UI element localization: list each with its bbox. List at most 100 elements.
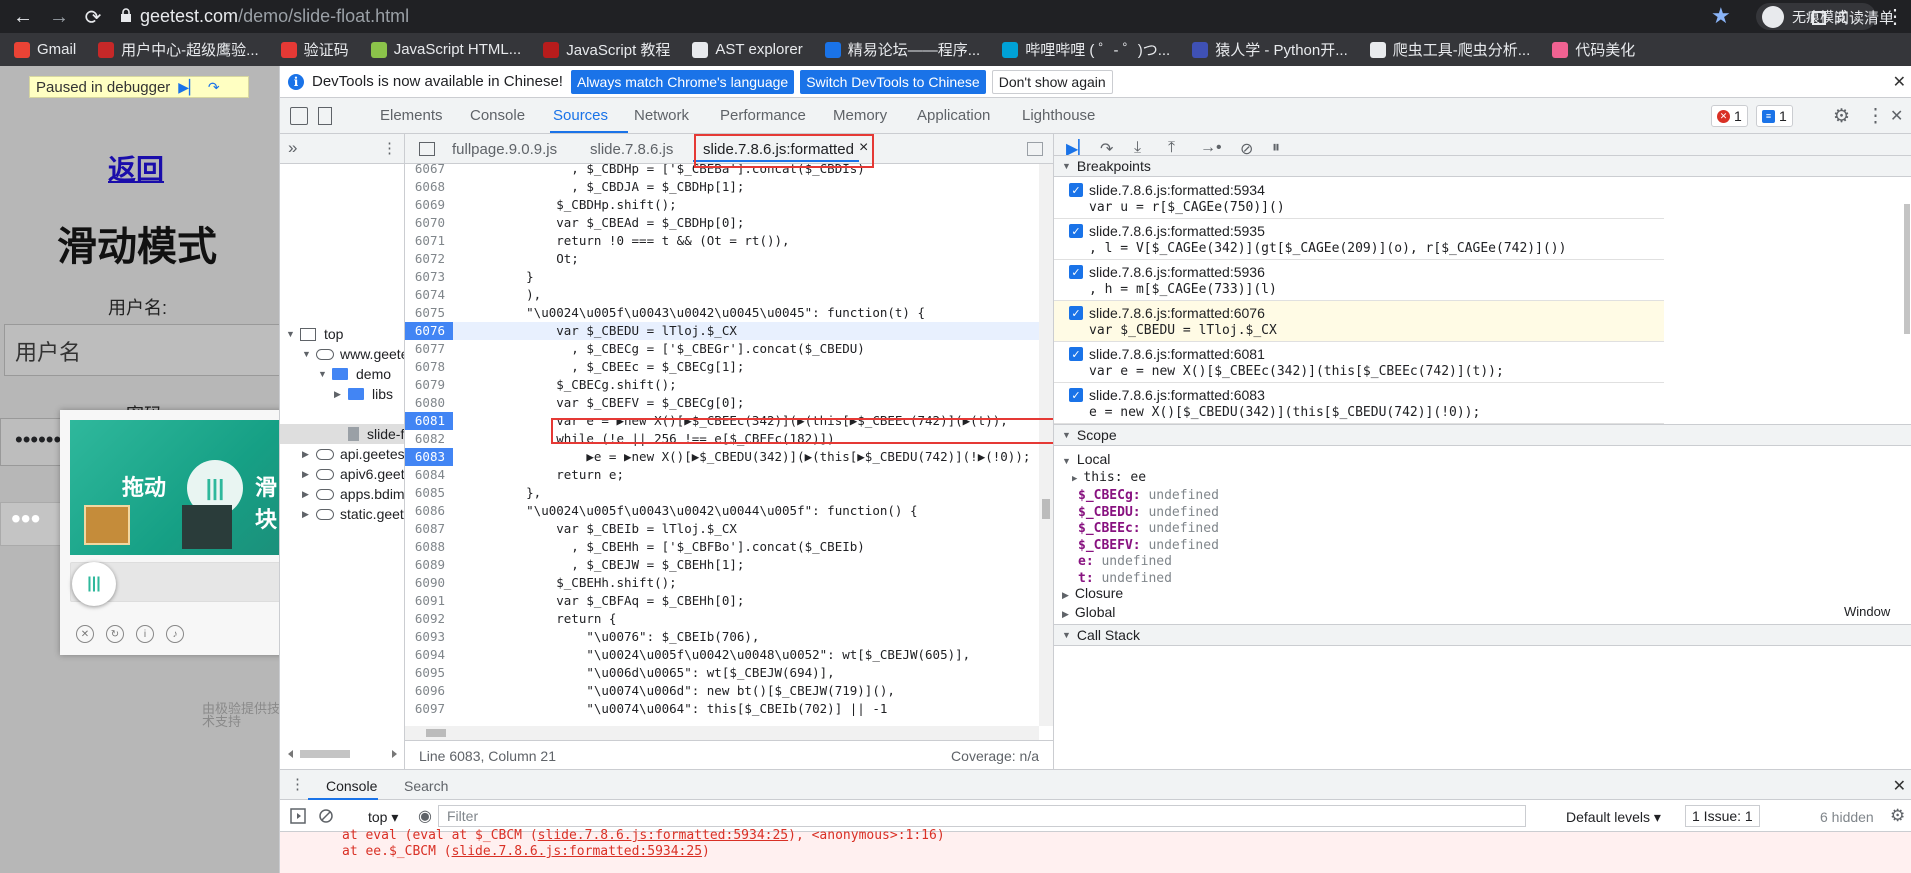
bookmark-item[interactable]: 猿人学 - Python开... bbox=[1192, 39, 1348, 60]
line-number[interactable]: 6084 bbox=[405, 466, 453, 484]
tab-performance[interactable]: Performance bbox=[720, 107, 806, 124]
code-line[interactable]: 6072 Ot; bbox=[405, 250, 1039, 268]
line-number[interactable]: 6076 bbox=[405, 322, 453, 340]
tab-memory[interactable]: Memory bbox=[833, 107, 887, 124]
line-number[interactable]: 6070 bbox=[405, 214, 453, 232]
scope-variable-row[interactable]: e: undefined bbox=[1078, 554, 1172, 569]
bookmark-item[interactable]: 代码美化 bbox=[1552, 39, 1635, 60]
code-line[interactable]: 6075 "\u0024\u005f\u0043\u0042\u0045\u00… bbox=[405, 304, 1039, 322]
code-line[interactable]: 6068 , $_CBDJA = $_CBDHp[1]; bbox=[405, 178, 1039, 196]
bookmarks-more-button[interactable]: » bbox=[1775, 6, 1784, 24]
line-number[interactable]: 6095 bbox=[405, 664, 453, 682]
breakpoint-item[interactable]: ✓ slide.7.8.6.js:formatted:6076 var $_CBED… bbox=[1054, 301, 1664, 342]
line-number[interactable]: 6081 bbox=[405, 412, 453, 430]
stack-link[interactable]: slide.7.8.6.js:formatted:5934:25 bbox=[452, 844, 702, 859]
code-line[interactable]: 6093 "\u0076": $_CBEIb(706), bbox=[405, 628, 1039, 646]
drawer-tab-search[interactable]: Search bbox=[404, 778, 448, 794]
bookmark-item[interactable]: 验证码 bbox=[280, 39, 349, 60]
line-number[interactable]: 6083 bbox=[405, 448, 453, 466]
more-tabs-chevron-icon[interactable]: » bbox=[288, 138, 297, 158]
bookmark-item[interactable]: JavaScript HTML... bbox=[370, 41, 521, 58]
code-line[interactable]: 6092 return { bbox=[405, 610, 1039, 628]
resume-icon[interactable]: ▶▏ bbox=[178, 79, 200, 96]
line-number[interactable]: 6078 bbox=[405, 358, 453, 376]
line-number[interactable]: 6071 bbox=[405, 232, 453, 250]
console-settings-gear-icon[interactable]: ⚙ bbox=[1890, 806, 1905, 826]
tree-item-domain[interactable]: ▼ www.geetest.com bbox=[302, 344, 404, 364]
callstack-section-header[interactable]: ▼ Call Stack bbox=[1054, 624, 1911, 646]
line-number[interactable]: 6077 bbox=[405, 340, 453, 358]
breakpoints-section-header[interactable]: ▼ Breakpoints bbox=[1054, 155, 1911, 177]
switch-to-chinese-button[interactable]: Switch DevTools to Chinese bbox=[800, 69, 986, 94]
reading-list-button[interactable]: 阅读清单 bbox=[1812, 7, 1894, 28]
line-number[interactable]: 6072 bbox=[405, 250, 453, 268]
console-filter-input[interactable]: Filter bbox=[438, 805, 1526, 827]
line-number[interactable]: 6067 bbox=[405, 164, 453, 178]
close-icon[interactable]: ✕ bbox=[76, 625, 94, 643]
editor-vertical-scrollbar[interactable] bbox=[1039, 164, 1053, 726]
code-line[interactable]: 6076 var $_CBEDU = lTloj.$_CX bbox=[405, 322, 1039, 340]
line-number[interactable]: 6085 bbox=[405, 484, 453, 502]
breakpoint-item[interactable]: ✓ slide.7.8.6.js:formatted:6081 var e = ne… bbox=[1054, 342, 1664, 383]
tab-elements[interactable]: Elements bbox=[380, 107, 443, 124]
scroll-thumb[interactable] bbox=[426, 729, 446, 737]
line-number[interactable]: 6091 bbox=[405, 592, 453, 610]
code-line[interactable]: 6080 var $_CBEFV = $_CBECg[0]; bbox=[405, 394, 1039, 412]
scope-local-header[interactable]: ▼ Local bbox=[1062, 451, 1110, 467]
code-line[interactable]: 6071 return !0 === t && (Ot = rt()), bbox=[405, 232, 1039, 250]
code-line[interactable]: 6087 var $_CBEIb = lTloj.$_CX bbox=[405, 520, 1039, 538]
step-over-icon[interactable]: ↷ bbox=[208, 79, 220, 96]
tree-item-domain[interactable]: ▶ apps.bdimg.com bbox=[302, 484, 404, 504]
live-expression-eye-icon[interactable]: ◉ bbox=[418, 806, 432, 826]
tab-network[interactable]: Network bbox=[634, 107, 689, 124]
clear-console-icon[interactable] bbox=[318, 808, 334, 824]
close-devtools-icon[interactable]: ✕ bbox=[1890, 106, 1903, 126]
debugger-scrollbar[interactable] bbox=[1904, 164, 1911, 764]
bookmark-item[interactable]: JavaScript 教程 bbox=[543, 39, 670, 60]
code-line[interactable]: 6089 , $_CBEJW = $_CBEHh[1]; bbox=[405, 556, 1039, 574]
drawer-menu-icon[interactable]: ⋮ bbox=[290, 775, 305, 793]
code-line[interactable]: 6079 $_CBECg.shift(); bbox=[405, 376, 1039, 394]
inspect-element-icon[interactable] bbox=[290, 107, 308, 125]
line-number[interactable]: 6087 bbox=[405, 520, 453, 538]
code-line[interactable]: 6088 , $_CBEHh = ['$_CBFBo'].concat($_CB… bbox=[405, 538, 1039, 556]
scope-variable-row[interactable]: $_CBEDU: undefined bbox=[1078, 505, 1219, 520]
line-number[interactable]: 6082 bbox=[405, 430, 453, 448]
breakpoint-item[interactable]: ✓ slide.7.8.6.js:formatted:5935 , l = V[$_… bbox=[1054, 219, 1664, 260]
scope-section-header[interactable]: ▼ Scope bbox=[1054, 424, 1911, 446]
breakpoint-item[interactable]: ✓ slide.7.8.6.js:formatted:6083 e = new X(… bbox=[1054, 383, 1664, 424]
bookmark-item[interactable]: 精易论坛——程序... bbox=[824, 39, 980, 60]
reload-icon[interactable]: ⟳ bbox=[80, 4, 106, 30]
tree-item-folder[interactable]: ▶ libs bbox=[334, 384, 393, 404]
breakpoint-checkbox[interactable]: ✓ bbox=[1069, 183, 1083, 197]
breakpoint-checkbox[interactable]: ✓ bbox=[1069, 306, 1083, 320]
code-line[interactable]: 6090 $_CBEHh.shift(); bbox=[405, 574, 1039, 592]
forward-arrow-icon[interactable]: → bbox=[46, 4, 72, 30]
tab-console[interactable]: Console bbox=[470, 107, 525, 124]
scope-closure-header[interactable]: ▶ Closure bbox=[1062, 585, 1123, 601]
info-icon[interactable]: i bbox=[136, 625, 154, 643]
breakpoint-item[interactable]: ✓ slide.7.8.6.js:formatted:5936 , h = m[$_… bbox=[1054, 260, 1664, 301]
line-number[interactable]: 6093 bbox=[405, 628, 453, 646]
code-line[interactable]: 6077 , $_CBECg = ['$_CBEGr'].concat($_CB… bbox=[405, 340, 1039, 358]
bookmark-item[interactable]: 爬虫工具-爬虫分析... bbox=[1369, 39, 1530, 60]
bookmark-item[interactable]: Gmail bbox=[14, 41, 76, 58]
line-number[interactable]: 6073 bbox=[405, 268, 453, 286]
code-line[interactable]: 6097 "\u0074\u0064": this[$_CBEIb(702)] … bbox=[405, 700, 1039, 718]
navigator-menu-icon[interactable]: ⋮ bbox=[382, 139, 397, 157]
bookmark-item[interactable]: 哔哩哔哩 ( ゜- ゜)つ... bbox=[1002, 39, 1170, 60]
line-number[interactable]: 6089 bbox=[405, 556, 453, 574]
breakpoint-checkbox[interactable]: ✓ bbox=[1069, 388, 1083, 402]
tree-item-domain[interactable]: ▶ static.geetest.com bbox=[302, 504, 404, 524]
toggle-navigator-icon[interactable] bbox=[419, 142, 435, 156]
code-line[interactable]: 6074 ), bbox=[405, 286, 1039, 304]
line-number[interactable]: 6075 bbox=[405, 304, 453, 322]
refresh-icon[interactable]: ↻ bbox=[106, 625, 124, 643]
code-line[interactable]: 6095 "\u006d\u0065": wt[$_CBEJW(694)], bbox=[405, 664, 1039, 682]
editor-horizontal-scrollbar[interactable] bbox=[405, 726, 1039, 740]
line-number[interactable]: 6088 bbox=[405, 538, 453, 556]
drawer-tab-console[interactable]: Console bbox=[326, 778, 377, 794]
line-number[interactable]: 6094 bbox=[405, 646, 453, 664]
scope-global-header[interactable]: ▶ Global bbox=[1062, 604, 1115, 620]
code-line[interactable]: 6094 "\u0024\u005f\u0042\u0048\u0052": w… bbox=[405, 646, 1039, 664]
